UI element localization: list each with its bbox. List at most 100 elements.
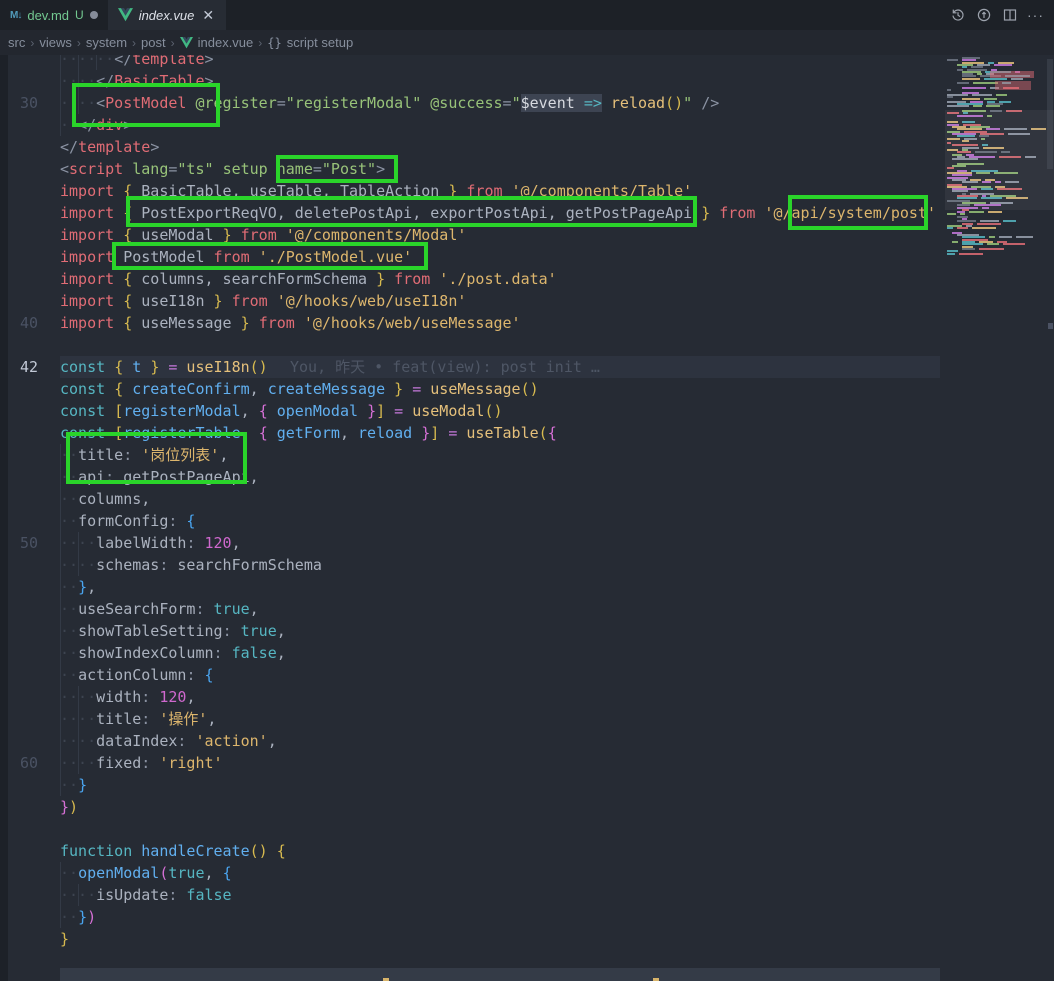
indent-guide: [60, 774, 61, 796]
indent-guide: [60, 554, 61, 576]
indent-guide: [60, 92, 61, 114]
indent-guide: [60, 752, 61, 774]
code-line: [60, 334, 940, 356]
code-line: ····dataIndex: 'action',: [60, 730, 940, 752]
indent-guide: [60, 642, 61, 664]
more-actions-icon[interactable]: ···: [1027, 7, 1044, 23]
breadcrumb-item-post[interactable]: post: [141, 35, 166, 50]
breadcrumb-item-file[interactable]: index.vue: [198, 35, 254, 50]
minimap-line: [959, 253, 983, 255]
code-line: ····title: '操作',: [60, 708, 940, 730]
minimap-line: [986, 105, 1000, 107]
code-line: ····width: 120,: [60, 686, 940, 708]
minimap-highlight-block: [990, 71, 1034, 78]
breadcrumb: src › views › system › post › index.vue …: [0, 30, 1054, 55]
indent-guide: [60, 114, 61, 136]
minimap-line: [947, 227, 953, 229]
indent-guide: [78, 554, 79, 576]
minimap-line: [988, 211, 1002, 213]
indent-guide: [60, 576, 61, 598]
code-line: ····isUpdate: false: [60, 884, 940, 906]
code-line: import { useI18n } from '@/hooks/web/use…: [60, 290, 940, 312]
close-icon[interactable]: ✕: [200, 7, 216, 24]
minimap-line: [977, 223, 1001, 225]
tab-label: index.vue: [139, 8, 195, 23]
code-editor[interactable]: 3040425060 ······</template>····</BasicT…: [0, 55, 1054, 981]
indent-guide: [60, 466, 61, 488]
chevron-right-icon: ›: [132, 36, 136, 50]
indent-guide: [60, 708, 61, 730]
indent-guide: [60, 884, 61, 906]
tab-label: dev.md: [27, 8, 69, 23]
indent-guide: [96, 55, 97, 70]
minimap-line: [987, 243, 999, 245]
indent-guide: [78, 55, 79, 70]
minimap-line: [999, 236, 1012, 238]
chevron-right-icon: ›: [77, 36, 81, 50]
indent-guide: [60, 532, 61, 554]
whitespace-dots: ··: [60, 644, 78, 662]
code-line: const { createConfirm, createMessage } =…: [60, 378, 940, 400]
code-line: ··showTableSetting: true,: [60, 620, 940, 642]
minimap-line: [947, 105, 969, 107]
indent-guide: [78, 708, 79, 730]
line-number: 30: [0, 92, 38, 114]
whitespace-dots: ··: [60, 908, 78, 926]
whitespace-dots: ··: [60, 578, 78, 596]
minimap-line: [947, 59, 958, 61]
indent-guide: [60, 598, 61, 620]
line-number: 42: [0, 356, 38, 378]
minimap-line: [972, 94, 992, 96]
tab-bar: M↓ dev.md U index.vue ✕: [0, 0, 1054, 30]
chevron-right-icon: ›: [258, 36, 262, 50]
split-editor-icon[interactable]: [1001, 7, 1018, 24]
minimap-line: [969, 211, 984, 213]
scrollbar-decoration: [1048, 323, 1053, 329]
minimap-line: [962, 78, 980, 80]
git-blame-annotation: You, 昨天 • feat(view): post init …: [290, 356, 600, 378]
indent-guide: [60, 510, 61, 532]
run-circle-icon[interactable]: [975, 7, 992, 24]
line-number: 40: [0, 312, 38, 334]
indent-guide: [78, 532, 79, 554]
whitespace-dots: ··: [60, 776, 78, 794]
indent-guide: [60, 488, 61, 510]
whitespace-dots: ··: [60, 622, 78, 640]
breadcrumb-item-src[interactable]: src: [8, 35, 25, 50]
whitespace-dots: ··: [60, 864, 78, 882]
minimap-line: [962, 248, 975, 250]
minimap-line: [996, 94, 1007, 96]
tab-dev-md[interactable]: M↓ dev.md U: [0, 0, 108, 30]
indent-guide: [60, 686, 61, 708]
minimap-line: [994, 64, 1012, 66]
minimap-line: [1003, 243, 1025, 245]
indent-guide: [60, 444, 61, 466]
annotation-box: [126, 196, 697, 227]
code-line: [60, 818, 940, 840]
code-line: ····labelWidth: 120,: [60, 532, 940, 554]
minimap[interactable]: [945, 55, 1054, 981]
unsaved-dot-icon[interactable]: [90, 11, 98, 19]
code-line: ··useSearchForm: true,: [60, 598, 940, 620]
code-line: const { t } = useI18n()You, 昨天 • feat(vi…: [60, 356, 940, 378]
indent-guide: [60, 620, 61, 642]
minimap-line: [973, 105, 982, 107]
code-line: }): [60, 796, 940, 818]
minimap-slider[interactable]: [945, 110, 1054, 210]
code-line: ··columns,: [60, 488, 940, 510]
indent-guide: [78, 730, 79, 752]
whitespace-dots: ··: [60, 666, 78, 684]
breadcrumb-item-script-setup[interactable]: script setup: [287, 35, 353, 50]
minimap-line: [957, 82, 969, 84]
indent-guide: [60, 906, 61, 928]
breadcrumb-item-views[interactable]: views: [39, 35, 72, 50]
code-line: ··showIndexColumn: false,: [60, 642, 940, 664]
code-line: ····fixed: 'right': [60, 752, 940, 774]
code-line: function handleCreate() {: [60, 840, 940, 862]
code-line: ··}): [60, 906, 940, 928]
vscode-window: M↓ dev.md U index.vue ✕: [0, 0, 1054, 981]
tab-index-vue[interactable]: index.vue ✕: [108, 0, 226, 30]
history-icon[interactable]: [949, 7, 966, 24]
breadcrumb-item-system[interactable]: system: [86, 35, 127, 50]
scrollbar-thumb[interactable]: [1047, 59, 1053, 169]
